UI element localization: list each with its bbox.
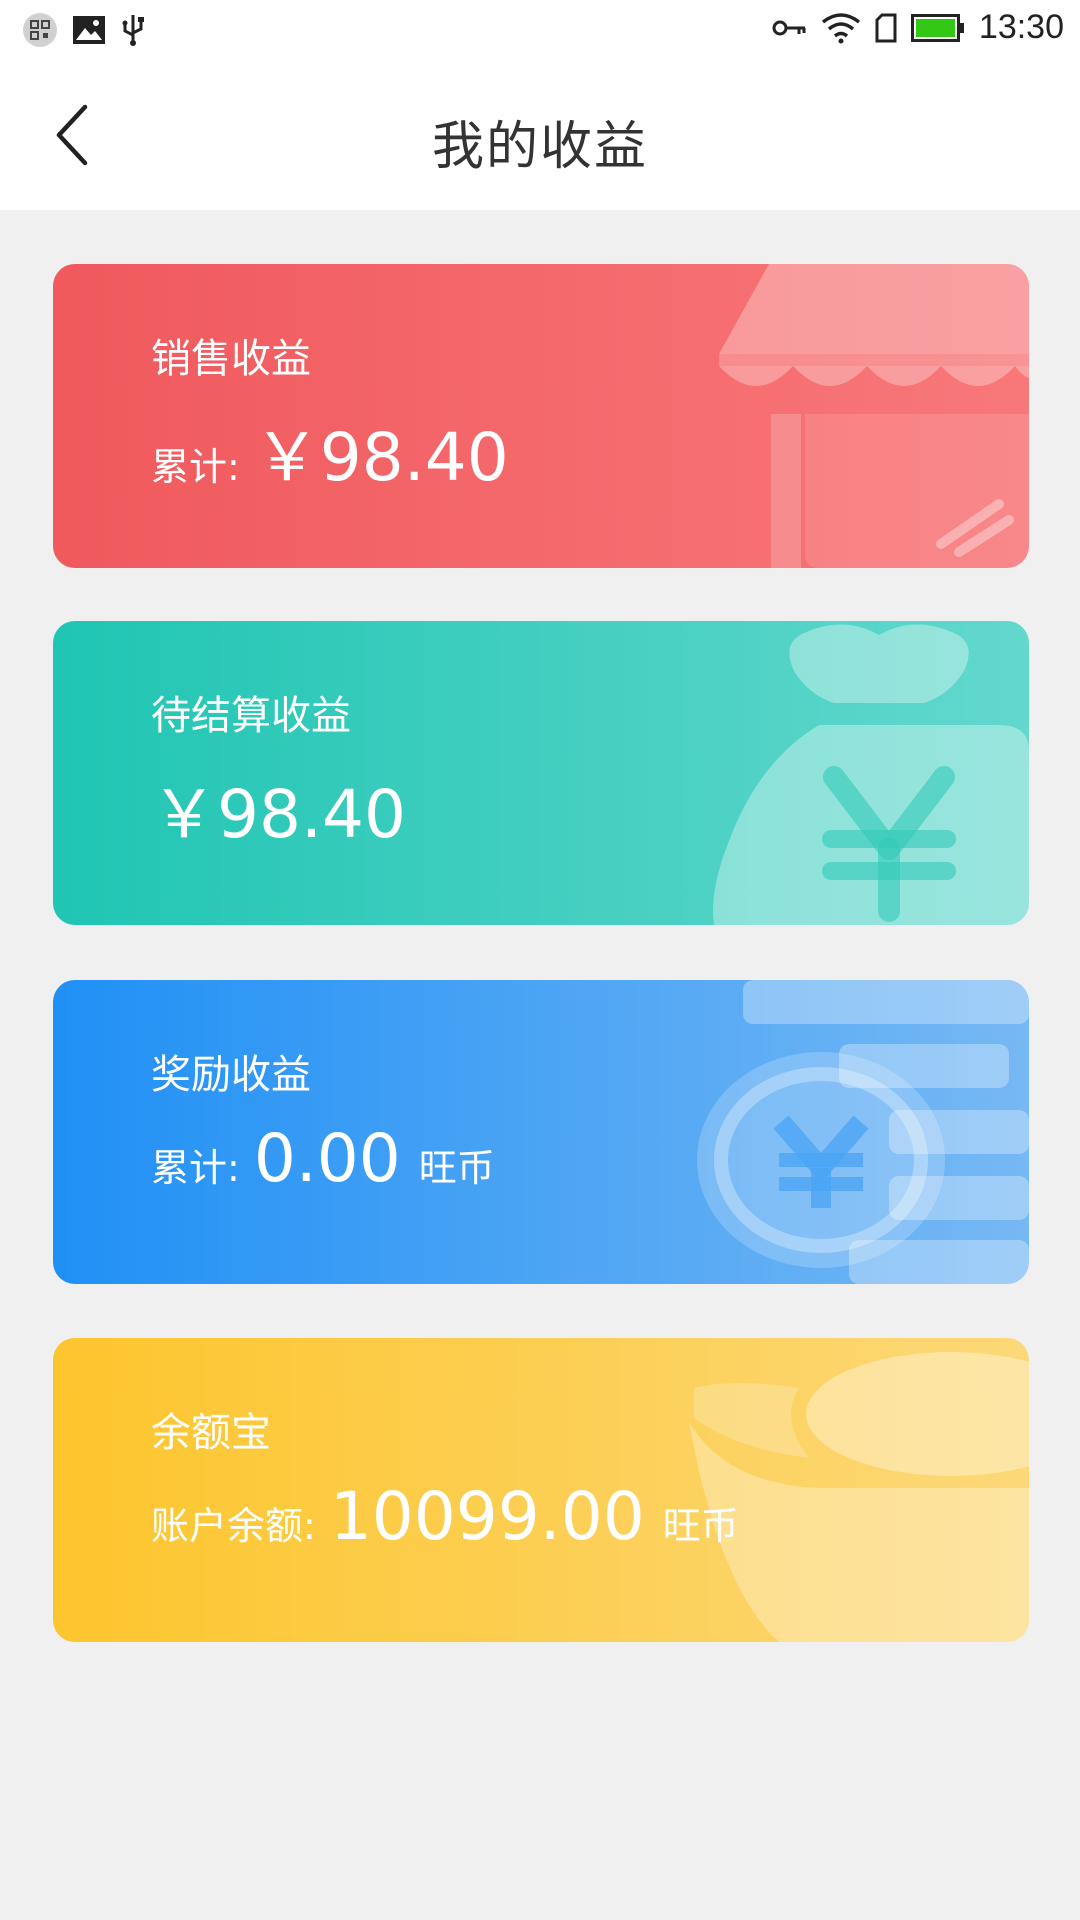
card-amount: 0.00 <box>253 1120 401 1197</box>
card-label: 销售收益 <box>151 336 311 382</box>
reward-earnings-card[interactable]: 奖励收益 累计: 0.00 旺币 <box>53 980 1029 1284</box>
status-time: 13:30 <box>978 8 1064 46</box>
coin-stack-icon <box>697 980 1029 1284</box>
status-bar: 13:30 <box>0 0 1080 62</box>
card-value-line: 累计: ￥98.40 <box>151 404 509 500</box>
card-unit: 旺币 <box>418 1146 495 1190</box>
key-icon <box>772 20 806 35</box>
page-title: 我的收益 <box>431 117 648 177</box>
card-label: 余额宝 <box>151 1410 271 1456</box>
storefront-icon <box>719 264 1029 568</box>
battery-icon <box>910 13 964 42</box>
wifi-icon <box>821 12 860 43</box>
card-amount: ￥98.40 <box>253 419 509 496</box>
balance-treasure-card[interactable]: 余额宝 账户余额: 10099.00 旺币 <box>53 1338 1029 1642</box>
card-prefix: 账户余额: <box>151 1504 316 1548</box>
qr-icon <box>23 13 57 47</box>
card-label: 待结算收益 <box>151 693 351 739</box>
card-amount: ￥98.40 <box>151 776 406 853</box>
card-value-line: 账户余额: 10099.00 旺币 <box>151 1478 739 1555</box>
money-bag-icon <box>713 624 1029 925</box>
status-bar-left-icons <box>22 12 146 48</box>
app-header: 我的收益 <box>0 62 1080 210</box>
sim-icon <box>875 13 897 42</box>
card-amount: 10099.00 <box>329 1478 645 1555</box>
image-icon <box>73 16 105 44</box>
sales-earnings-card[interactable]: 销售收益 累计: ￥98.40 <box>53 264 1029 568</box>
pending-earnings-card[interactable]: 待结算收益 ￥98.40 <box>53 621 1029 925</box>
card-prefix: 累计: <box>151 445 240 489</box>
status-bar-right-icons: 13:30 <box>771 8 1064 47</box>
card-unit: 旺币 <box>662 1504 739 1548</box>
card-value-line: 累计: 0.00 旺币 <box>151 1120 495 1197</box>
card-prefix: 累计: <box>151 1146 240 1190</box>
usb-icon <box>122 15 144 46</box>
card-label: 奖励收益 <box>151 1052 311 1098</box>
card-value-line: ￥98.40 <box>151 761 406 857</box>
gold-ingot-icon <box>689 1352 1029 1642</box>
